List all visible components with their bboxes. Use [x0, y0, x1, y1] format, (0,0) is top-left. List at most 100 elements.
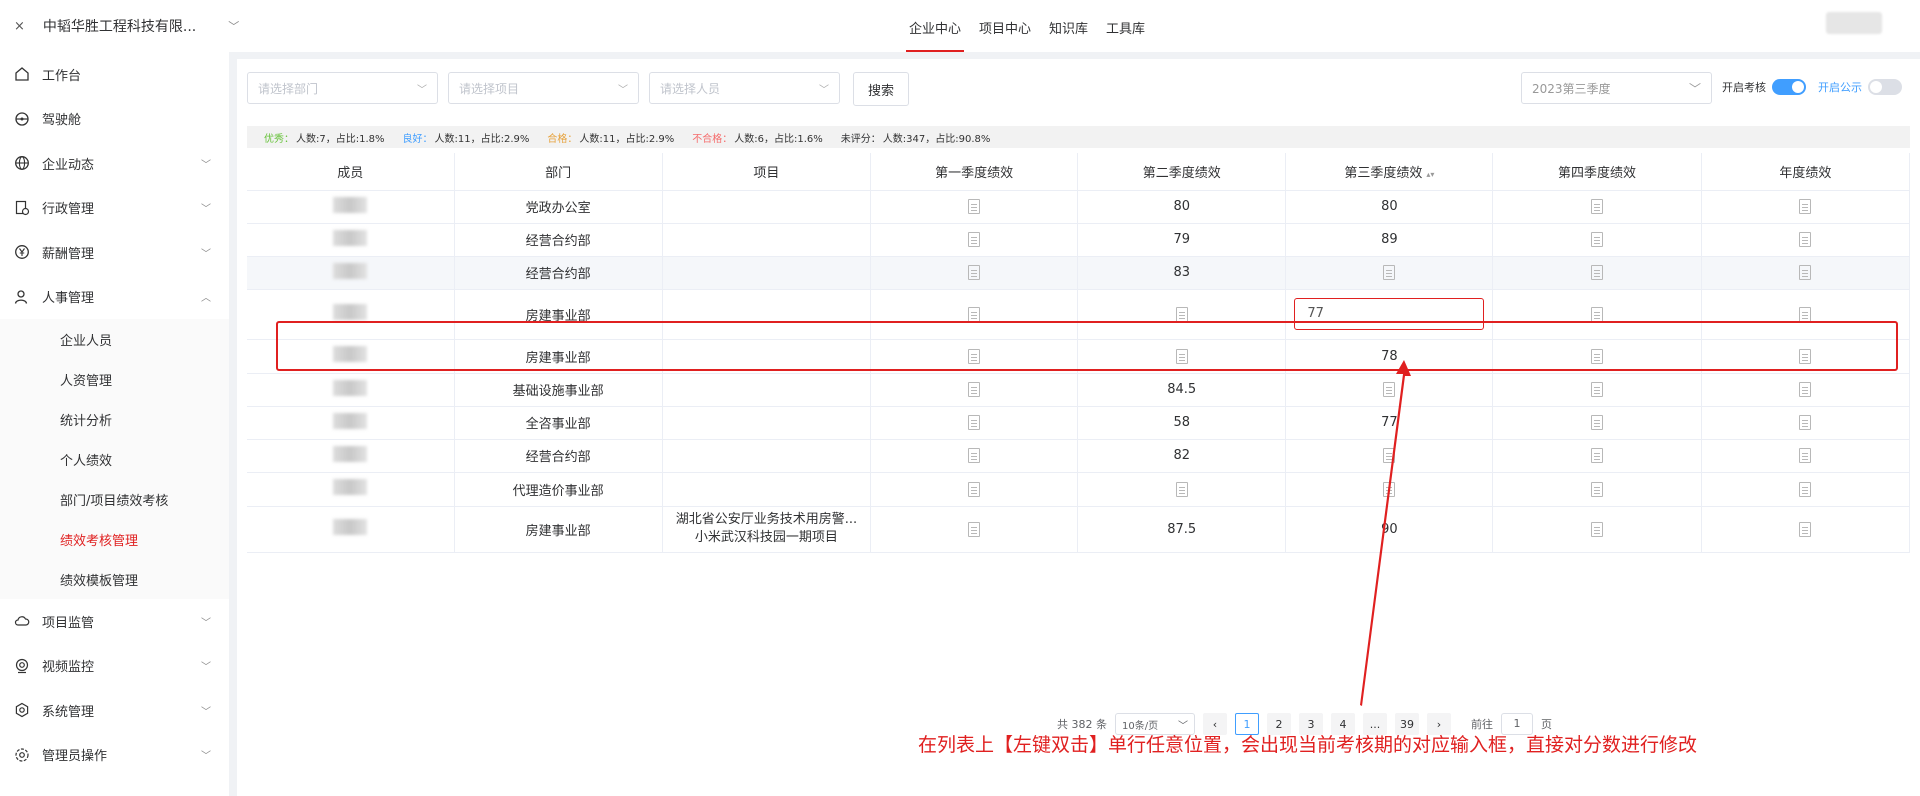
- stat-value: 人数:11，占比:2.9%: [579, 133, 675, 145]
- annual-cell: [1701, 223, 1911, 257]
- document-icon[interactable]: [968, 199, 981, 214]
- sort-icon[interactable]: ▴▾: [1426, 170, 1434, 179]
- document-icon[interactable]: [1799, 199, 1812, 214]
- document-icon[interactable]: [968, 265, 981, 280]
- document-icon[interactable]: [1591, 199, 1604, 214]
- sidebar-subitem-staff[interactable]: 企业人员: [0, 319, 229, 359]
- sidebar-item-label: 行政管理: [42, 202, 95, 218]
- table-row[interactable]: 党政办公室 80 80: [247, 190, 1911, 224]
- document-icon[interactable]: [968, 481, 981, 497]
- toggle-assess-switch[interactable]: [1772, 79, 1806, 95]
- document-icon[interactable]: [1799, 382, 1812, 397]
- sidebar-item-workbench[interactable]: 工作台: [0, 52, 229, 97]
- sidebar-item-cockpit[interactable]: 驾驶舱: [0, 97, 229, 142]
- settings-icon: [14, 747, 30, 763]
- department-select[interactable]: 请选择部门 ﹀: [247, 72, 438, 104]
- project-cell: [662, 223, 872, 257]
- table-row[interactable]: 基础设施事业部 84.5: [247, 373, 1911, 407]
- document-icon[interactable]: [1799, 265, 1812, 280]
- document-icon[interactable]: [1383, 382, 1396, 397]
- document-icon[interactable]: [1799, 415, 1812, 430]
- tab-project-center[interactable]: 项目中心: [970, 0, 1040, 52]
- document-icon[interactable]: [1383, 448, 1396, 463]
- tab-enterprise-center[interactable]: 企业中心: [900, 0, 970, 52]
- sidebar-subitem-dept-project-assessment[interactable]: 部门/项目绩效考核: [0, 479, 229, 519]
- sidebar-item-enterprise-news[interactable]: 企业动态 ﹀: [0, 141, 229, 186]
- sidebar-item-video-monitor[interactable]: 视频监控 ﹀: [0, 644, 229, 689]
- sidebar-item-system[interactable]: 系统管理 ﹀: [0, 688, 229, 733]
- sidebar-item-admin-ops[interactable]: 管理员操作 ﹀: [0, 733, 229, 778]
- sidebar-item-payroll[interactable]: 薪酬管理 ﹀: [0, 230, 229, 275]
- document-icon[interactable]: [1175, 306, 1188, 322]
- member-cell: [247, 373, 455, 407]
- document-icon[interactable]: [1591, 481, 1604, 497]
- close-icon[interactable]: ×: [14, 19, 25, 34]
- document-icon[interactable]: [1799, 232, 1812, 247]
- quarter-select[interactable]: 2023第三季度 ﹀: [1521, 72, 1712, 104]
- search-button[interactable]: 搜索: [853, 72, 910, 106]
- document-icon[interactable]: [1591, 382, 1604, 397]
- person-select[interactable]: 请选择人员 ﹀: [649, 72, 840, 104]
- tab-knowledge-base[interactable]: 知识库: [1040, 0, 1097, 52]
- q1-cell: [870, 406, 1079, 440]
- document-icon[interactable]: [968, 521, 981, 537]
- q3-cell: [1285, 373, 1494, 407]
- q4-cell: [1492, 256, 1702, 290]
- tab-toolbox[interactable]: 工具库: [1097, 0, 1154, 52]
- sidebar-subitem-template-management[interactable]: 绩效模板管理: [0, 559, 229, 599]
- document-icon[interactable]: [1799, 306, 1812, 322]
- department-cell: 房建事业部: [454, 506, 663, 553]
- document-icon[interactable]: [1799, 481, 1812, 497]
- document-icon[interactable]: [968, 306, 981, 322]
- department-cell-value: 经营合约部: [525, 450, 591, 465]
- sidebar-subitem-hr-management[interactable]: 人资管理: [0, 359, 229, 399]
- company-switcher[interactable]: × 中韬华胜工程科技有限... ﹀: [14, 16, 239, 36]
- column-header-q3[interactable]: 第三季度绩效 ▴▾: [1285, 153, 1494, 191]
- table-row[interactable]: 代理造价事业部: [247, 472, 1911, 507]
- q1-cell: [870, 256, 1079, 290]
- department-cell: 代理造价事业部: [454, 472, 663, 507]
- toggle-public-switch[interactable]: [1868, 79, 1902, 95]
- sidebar-item-admin[interactable]: 行政管理 ﹀: [0, 186, 229, 231]
- sidebar-item-hr[interactable]: 人事管理 ︿: [0, 275, 229, 320]
- table-row[interactable]: 全咨事业部 58 77: [247, 406, 1911, 440]
- document-icon[interactable]: [1799, 448, 1812, 463]
- department-placeholder: 请选择部门: [258, 81, 319, 96]
- document-icon[interactable]: [1175, 481, 1188, 497]
- sidebar-subitem-personal-performance[interactable]: 个人绩效: [0, 439, 229, 479]
- document-icon[interactable]: [1799, 521, 1812, 537]
- document-icon[interactable]: [1591, 415, 1604, 430]
- home-icon: [14, 66, 30, 82]
- stat-value: 人数:347，占比:90.8%: [882, 133, 991, 145]
- table-row[interactable]: 经营合约部 79 89: [247, 223, 1911, 257]
- member-name-blurred: [333, 229, 368, 246]
- department-cell: 经营合约部: [454, 439, 663, 473]
- sidebar-subitem-performance-management[interactable]: 绩效考核管理: [0, 519, 229, 559]
- document-icon[interactable]: [1591, 306, 1604, 322]
- sidebar-item-project-supervision[interactable]: 项目监管 ﹀: [0, 599, 229, 644]
- company-name[interactable]: 中韬华胜工程科技有限...: [43, 16, 196, 36]
- document-icon[interactable]: [1591, 265, 1604, 280]
- document-icon[interactable]: [968, 448, 981, 463]
- gear-icon: [14, 702, 30, 718]
- document-icon[interactable]: [1591, 448, 1604, 463]
- q1-cell: [870, 373, 1079, 407]
- document-icon[interactable]: [968, 232, 981, 247]
- document-icon[interactable]: [1383, 265, 1396, 280]
- document-icon[interactable]: [968, 415, 981, 430]
- table-row[interactable]: 房建事业部 湖北省公安厅业务技术用房警... 小米武汉科技园一期项目 87.5 90: [247, 506, 1911, 553]
- user-avatar[interactable]: [1826, 12, 1882, 34]
- chevron-down-icon: ﹀: [417, 84, 427, 96]
- chevron-down-icon: ﹀: [201, 204, 211, 216]
- table-row[interactable]: 经营合约部 82: [247, 439, 1911, 473]
- document-icon[interactable]: [1591, 521, 1604, 537]
- document-icon[interactable]: [1383, 481, 1396, 497]
- table-row[interactable]: 经营合约部 83: [247, 256, 1911, 290]
- project-select[interactable]: 请选择项目 ﹀: [448, 72, 639, 104]
- project-cell: [662, 256, 872, 290]
- sidebar-subitem-statistics[interactable]: 统计分析: [0, 399, 229, 439]
- highlight-frame: [276, 321, 1898, 371]
- document-icon[interactable]: [1591, 232, 1604, 247]
- document-icon[interactable]: [968, 382, 981, 397]
- chevron-down-icon[interactable]: ﹀: [228, 18, 239, 34]
